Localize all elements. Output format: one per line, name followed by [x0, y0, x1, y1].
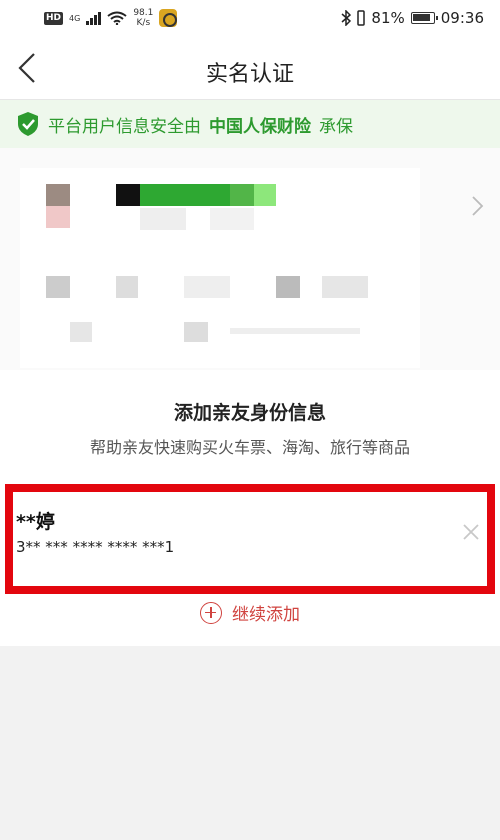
network-speed: 98.1 K/s: [133, 8, 153, 28]
battery-percent: 81%: [371, 9, 405, 27]
hd-badge: HD: [44, 11, 64, 25]
family-record[interactable]: **婷 3** *** **** **** ***1: [5, 484, 495, 594]
speed-value: 98.1: [133, 8, 154, 18]
family-title: 添加亲友身份信息: [173, 402, 326, 424]
redacted-text: [184, 322, 208, 342]
continue-add-label: 继续添加: [232, 605, 300, 625]
banner-insurer: 中国人保财险: [209, 116, 311, 137]
clock: 09:36: [440, 9, 484, 27]
redacted-name: [230, 184, 254, 206]
insurance-banner: 平台用户信息安全由 中国人保财险 承保: [0, 100, 500, 148]
record-id-number: 3** *** **** **** ***1: [16, 538, 175, 556]
page-title: 实名认证: [205, 62, 294, 87]
battery-icon: [410, 12, 438, 24]
status-left: HD 4G 98.1 K/s: [44, 8, 178, 28]
delete-record-button[interactable]: [459, 520, 483, 544]
speed-unit: K/s: [136, 18, 151, 28]
status-bar: HD 4G 98.1 K/s 81% 09:36: [0, 0, 500, 38]
redacted-text: [46, 276, 70, 298]
network-type: 4G: [69, 13, 81, 23]
record-name: **婷: [16, 511, 55, 533]
redacted-text: [210, 208, 254, 230]
wifi-icon: [107, 11, 127, 25]
continue-add-button[interactable]: 继续添加: [0, 600, 500, 625]
chevron-right-icon: [472, 196, 484, 216]
family-subtitle: 帮助亲友快速购买火车票、海淘、旅行等商品: [89, 438, 410, 457]
redacted-text: [184, 276, 230, 298]
status-right: 81% 09:36: [341, 9, 484, 27]
redacted-text: [70, 322, 92, 342]
self-identity-card[interactable]: [0, 148, 500, 370]
nav-bar: 实名认证: [0, 38, 500, 100]
redacted-name: [140, 184, 230, 206]
close-icon: [463, 524, 479, 540]
family-section: 添加亲友身份信息 帮助亲友快速购买火车票、海淘、旅行等商品 **婷 3** **…: [0, 370, 500, 646]
redacted-avatar: [46, 206, 70, 228]
redacted-text: [140, 208, 186, 230]
shield-check-icon: [18, 112, 38, 136]
redacted-text: [116, 276, 138, 298]
redacted-text: [276, 276, 300, 298]
banner-text-suffix: 承保: [319, 116, 353, 137]
bluetooth-icon: [341, 10, 352, 26]
redacted-name: [116, 184, 140, 206]
app-notification-icon: [159, 9, 178, 27]
redacted-name: [254, 184, 276, 206]
banner-text-prefix: 平台用户信息安全由: [48, 116, 201, 137]
signal-icon: [86, 11, 102, 25]
phone-vibrate-icon: [357, 10, 366, 26]
redacted-text: [230, 328, 360, 334]
redacted-text: [322, 276, 368, 298]
plus-circle-icon: [200, 601, 222, 624]
redacted-avatar: [46, 184, 70, 206]
empty-area: [0, 646, 500, 840]
